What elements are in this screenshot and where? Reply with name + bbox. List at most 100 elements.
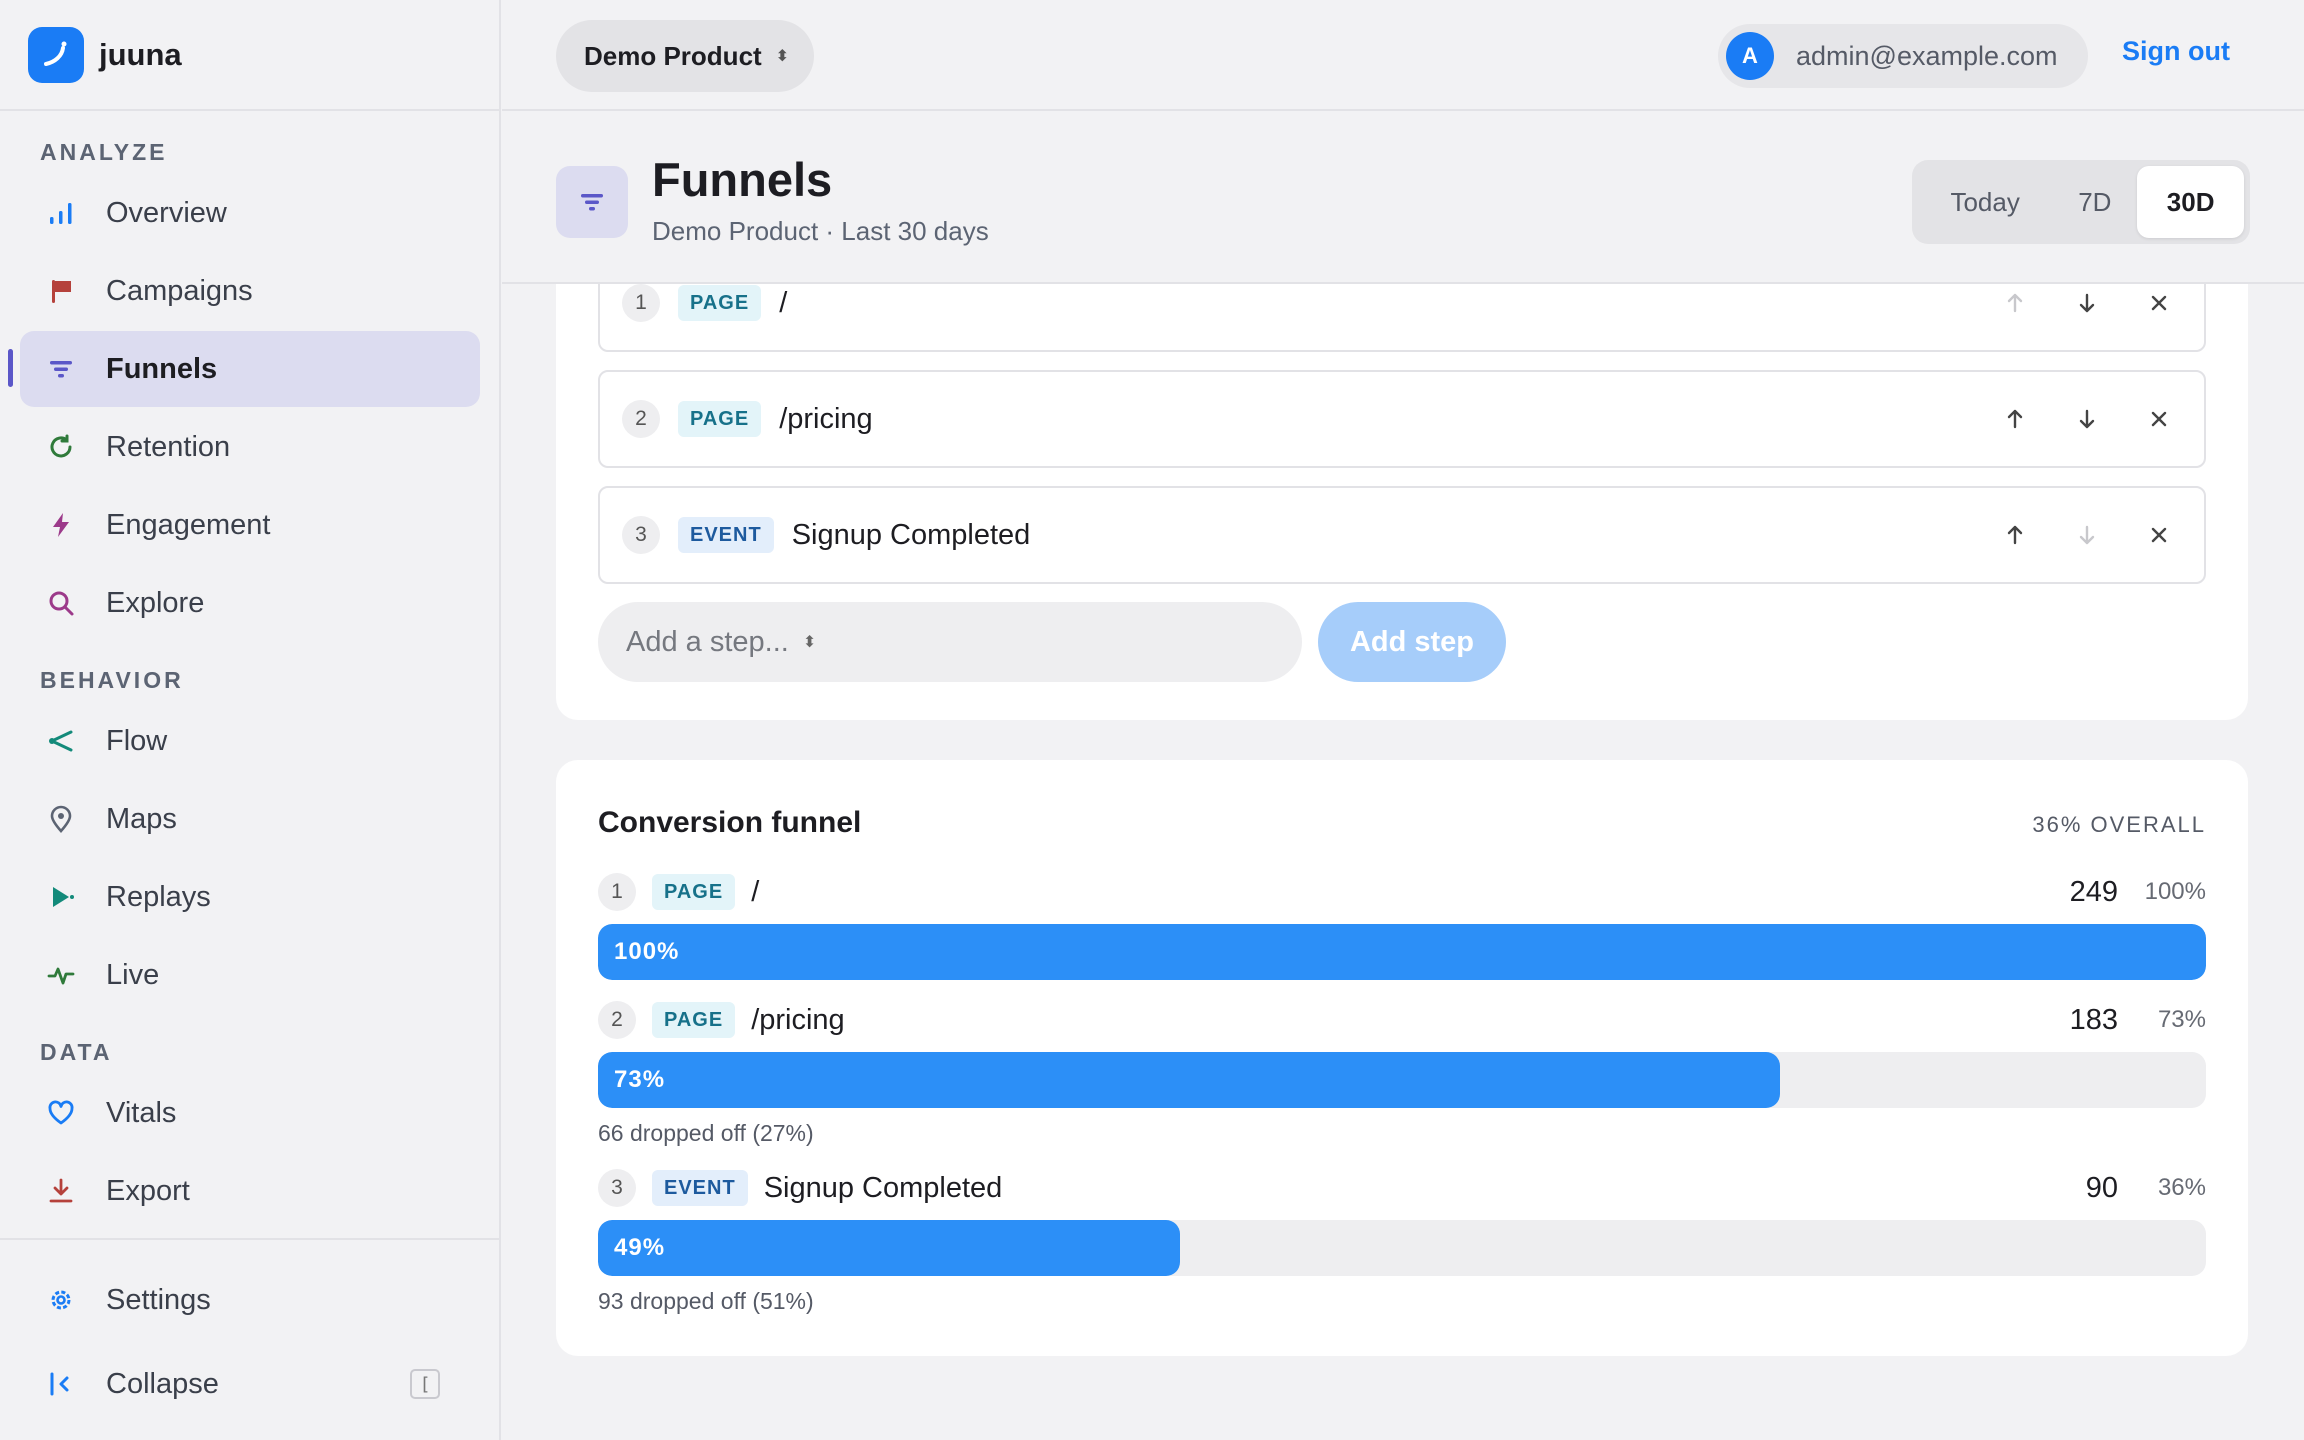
add-step-button[interactable]: Add step [1318, 602, 1506, 682]
step-type-badge: PAGE [678, 401, 762, 437]
overall-conversion: 36% OVERALL [2032, 812, 2206, 837]
sidebar: juuna ANALYZE Overview Campaigns Funnels… [0, 0, 501, 1440]
sidebar-item-replays[interactable]: Replays [20, 859, 480, 935]
funnel-step-header: 1 PAGE / 249 100% [598, 872, 2206, 912]
topbar: Demo Product ⬍ A admin@example.com Sign … [502, 0, 2304, 111]
sidebar-item-funnels[interactable]: Funnels [20, 331, 480, 407]
funnel-step-header: 3 EVENT Signup Completed 90 36% [598, 1168, 2206, 1208]
product-select[interactable]: Demo Product ⬍ [556, 20, 814, 92]
sidebar-item-campaigns[interactable]: Campaigns [20, 253, 480, 329]
sidebar-item-maps[interactable]: Maps [20, 781, 480, 857]
funnel-step-row: 1 PAGE / [598, 284, 2206, 352]
main-content: 1 PAGE / 2 PAGE /pricing 3 EVENT Signup … [502, 284, 2304, 1440]
collapse-sidebar-button[interactable]: Collapse [ [20, 1346, 480, 1422]
move-up-icon[interactable] [2000, 288, 2030, 318]
funnel-bar-label: 100% [614, 938, 680, 965]
download-icon [44, 1174, 78, 1208]
sidebar-item-label: Flow [106, 724, 168, 757]
sidebar-item-settings[interactable]: Settings [20, 1262, 480, 1338]
sidebar-item-live[interactable]: Live [20, 937, 480, 1013]
steps-editor-card: 1 PAGE / 2 PAGE /pricing 3 EVENT Signup … [556, 284, 2248, 720]
sidebar-item-label: Vitals [106, 1096, 177, 1129]
page-subtitle: Demo Product · Last 30 days [652, 216, 989, 246]
funnel-bar-fill: 73% [598, 1052, 1780, 1108]
move-up-icon[interactable] [2000, 404, 2030, 434]
sidebar-item-export[interactable]: Export [20, 1153, 480, 1229]
collapse-shortcut-key: [ [410, 1369, 440, 1399]
funnel-bar-fill: 49% [598, 1220, 1181, 1276]
sidebar-item-explore[interactable]: Explore [20, 565, 480, 641]
step-percent-of-total: 73% [2157, 1006, 2206, 1033]
funnel-bar-fill: 100% [598, 924, 2206, 980]
page-header: Funnels Demo Product · Last 30 days Toda… [502, 112, 2304, 284]
user-menu[interactable]: A admin@example.com [1718, 24, 2088, 88]
funnel-icon [556, 166, 628, 238]
map-pin-icon [44, 802, 78, 836]
sidebar-item-retention[interactable]: Retention [20, 409, 480, 485]
page-title: Funnels [652, 153, 833, 206]
play-icon [44, 880, 78, 914]
sidebar-item-overview[interactable]: Overview [20, 175, 480, 251]
sidebar-item-label: Engagement [106, 508, 271, 541]
sidebar-item-vitals[interactable]: Vitals [20, 1075, 480, 1151]
funnel-bar-track: 49% [598, 1220, 2206, 1276]
step-type-badge: PAGE [652, 874, 736, 910]
conversion-funnel-card: Conversion funnel 36% OVERALL 1 PAGE / 2… [556, 760, 2248, 1356]
dropoff-text: 66 dropped off (27%) [598, 1120, 814, 1146]
sign-out-link[interactable]: Sign out [2122, 36, 2230, 67]
dropoff-text: 93 dropped off (51%) [598, 1288, 814, 1314]
remove-step-icon[interactable] [2144, 288, 2174, 318]
brand-name: juuna [99, 36, 182, 72]
step-number: 2 [598, 1001, 636, 1039]
sidebar-item-label: Retention [106, 430, 231, 463]
range-today-button[interactable]: Today [1918, 166, 2052, 238]
step-type-badge: PAGE [678, 285, 762, 321]
sidebar-item-label: Maps [106, 802, 177, 835]
section-behavior: BEHAVIOR [40, 667, 184, 693]
remove-step-icon[interactable] [2144, 404, 2174, 434]
sidebar-item-label: Funnels [106, 352, 218, 385]
step-number: 1 [598, 873, 636, 911]
move-up-icon[interactable] [2000, 520, 2030, 550]
step-type-badge: EVENT [678, 517, 774, 553]
step-number: 3 [598, 1169, 636, 1207]
funnel-bar-track: 100% [598, 924, 2206, 980]
funnel-step-row: 2 PAGE /pricing [598, 370, 2206, 468]
refresh-icon [44, 430, 78, 464]
range-30d-button[interactable]: 30D [2137, 166, 2244, 238]
user-email: admin@example.com [1796, 40, 2058, 71]
funnel-step-header: 2 PAGE /pricing 183 73% [598, 1000, 2206, 1040]
step-number: 3 [622, 516, 660, 554]
step-number: 2 [622, 400, 660, 438]
step-label: /pricing [779, 402, 873, 435]
sidebar-item-label: Settings [106, 1283, 211, 1316]
step-type-badge: EVENT [652, 1170, 748, 1206]
remove-step-icon[interactable] [2144, 520, 2174, 550]
flag-icon [44, 274, 78, 308]
funnel-bar-track: 73% [598, 1052, 2206, 1108]
gear-icon [44, 1283, 78, 1317]
step-label: Signup Completed [763, 1171, 1003, 1204]
step-actions [2000, 284, 2174, 350]
heart-icon [44, 1096, 78, 1130]
sidebar-item-label: Replays [106, 880, 211, 913]
sidebar-item-flow[interactable]: Flow [20, 703, 480, 779]
move-down-icon[interactable] [2072, 404, 2102, 434]
add-step-select[interactable]: Add a step... ⬍ [598, 602, 1302, 682]
active-indicator [8, 349, 13, 387]
chevron-updown-icon: ⬍ [775, 48, 790, 65]
sidebar-item-label: Live [106, 958, 160, 991]
move-down-icon[interactable] [2072, 288, 2102, 318]
brand[interactable]: juuna [0, 0, 499, 111]
range-7d-button[interactable]: 7D [2052, 166, 2137, 238]
step-label: / [751, 875, 760, 908]
step-count: 183 [2069, 1003, 2118, 1036]
add-step-placeholder: Add a step... [626, 625, 789, 658]
step-type-badge: PAGE [652, 1002, 736, 1038]
juuna-logo-icon [28, 26, 84, 83]
avatar: A [1726, 32, 1774, 80]
sidebar-item-engagement[interactable]: Engagement [20, 487, 480, 563]
sidebar-item-label: Campaigns [106, 274, 253, 307]
step-count: 90 [2085, 1171, 2118, 1204]
move-down-icon[interactable] [2072, 520, 2102, 550]
